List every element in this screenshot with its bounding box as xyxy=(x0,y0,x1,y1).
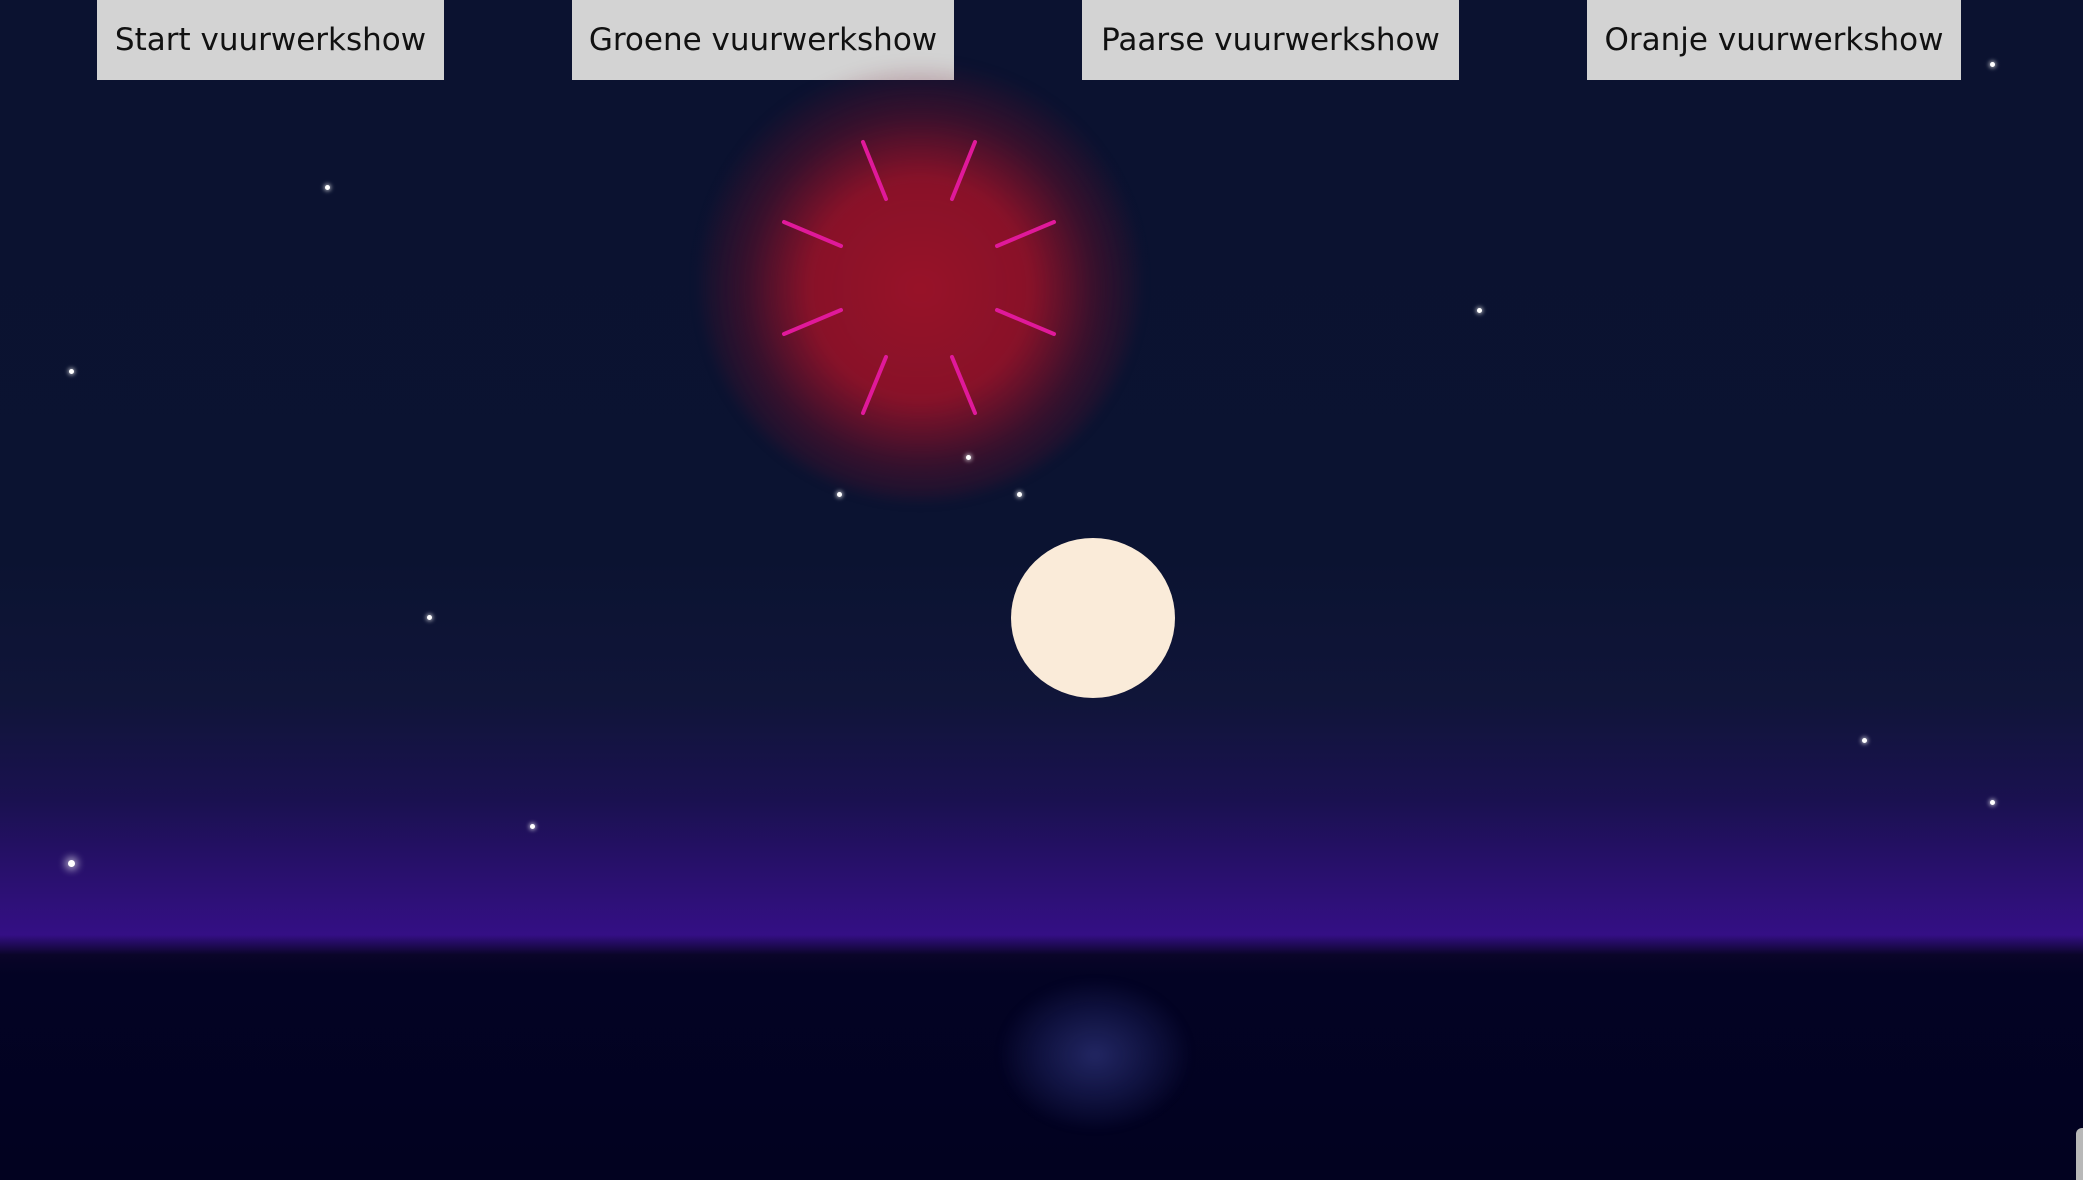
firework-ray xyxy=(995,220,1056,248)
firework-ray xyxy=(950,355,977,415)
firework-ray xyxy=(861,355,888,415)
star xyxy=(1990,800,1995,805)
full-moon-icon xyxy=(1011,538,1175,698)
firework-ray xyxy=(950,140,977,201)
firework-ray xyxy=(782,308,843,336)
star xyxy=(837,492,842,497)
star xyxy=(1990,62,1995,67)
firework-ray xyxy=(782,220,843,248)
star xyxy=(325,185,330,190)
firework-ray xyxy=(861,140,888,201)
scrollbar-corner[interactable] xyxy=(2076,1128,2083,1180)
star xyxy=(68,860,75,867)
star xyxy=(69,369,74,374)
star xyxy=(1862,738,1867,743)
moon-reflection xyxy=(1000,980,1190,1130)
star xyxy=(427,615,432,620)
star xyxy=(966,455,971,460)
firework-ray xyxy=(995,308,1056,336)
night-sky-scene: Start vuurwerkshow Groene vuurwerkshow P… xyxy=(0,0,2083,1180)
star xyxy=(530,824,535,829)
star xyxy=(1017,492,1022,497)
star xyxy=(1477,308,1482,313)
